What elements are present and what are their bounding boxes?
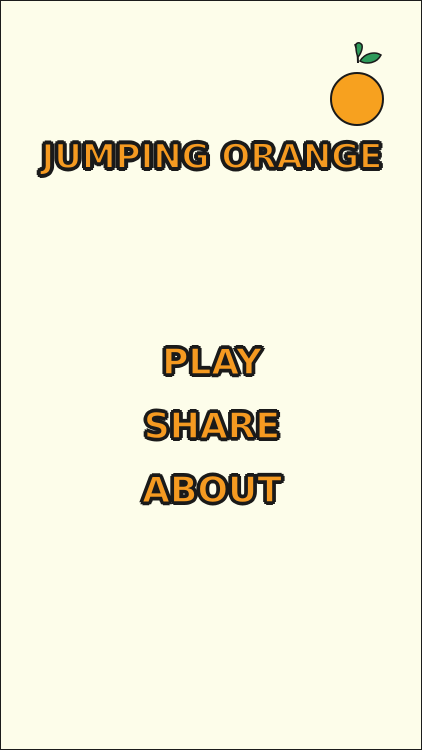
play-button[interactable]: PLAY: [161, 331, 262, 395]
orange-icon: [330, 42, 384, 126]
game-title: JUMPING ORANGE: [41, 136, 384, 178]
about-button[interactable]: ABOUT: [141, 459, 282, 523]
main-menu: PLAY SHARE ABOUT: [1, 331, 422, 523]
share-button[interactable]: SHARE: [143, 395, 281, 459]
main-menu-screen: JUMPING ORANGE PLAY SHARE ABOUT: [0, 0, 422, 750]
